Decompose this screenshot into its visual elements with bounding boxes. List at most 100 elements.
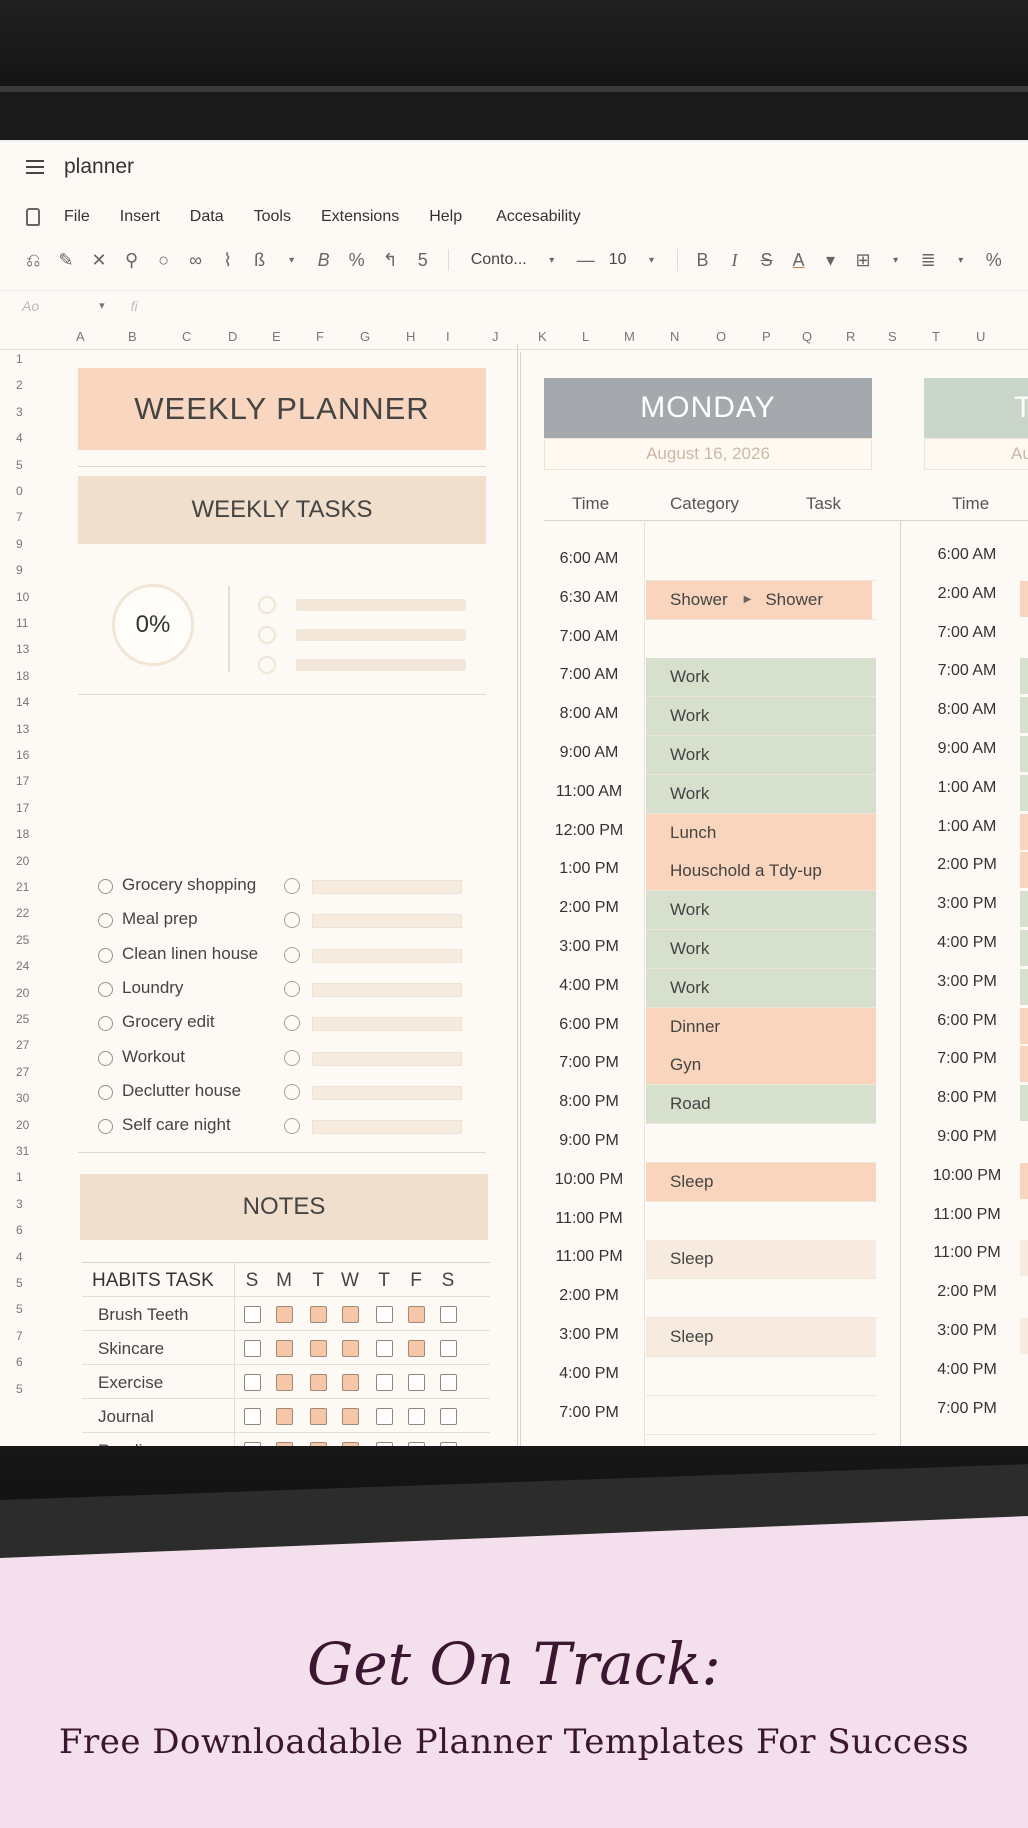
habit-checkbox[interactable] (408, 1340, 425, 1357)
column-header[interactable]: C (182, 329, 191, 344)
habit-checkbox[interactable] (244, 1340, 261, 1357)
menu-file[interactable]: File (64, 208, 90, 226)
task-item[interactable]: Clean linen house (98, 943, 478, 967)
habit-checkbox[interactable] (376, 1374, 393, 1391)
habit-checkbox[interactable] (276, 1306, 293, 1323)
column-header[interactable]: O (716, 329, 726, 344)
bold-b-icon[interactable]: ß (253, 250, 267, 271)
tuesday-task-cell[interactable] (1020, 968, 1028, 1005)
column-header[interactable]: Q (802, 329, 812, 344)
menu-data[interactable]: Data (190, 208, 224, 226)
task-cell[interactable]: Work (646, 930, 876, 968)
habit-checkbox[interactable] (276, 1374, 293, 1391)
task-radio[interactable] (98, 947, 113, 963)
task-cell[interactable]: Dinner (646, 1007, 876, 1046)
task-item[interactable]: Grocery edit (98, 1011, 478, 1035)
task-cell[interactable] (646, 1202, 876, 1240)
row-number[interactable]: 7 (16, 1329, 23, 1343)
habit-checkbox[interactable] (408, 1306, 425, 1323)
habit-checkbox[interactable] (440, 1374, 457, 1391)
task-cell[interactable] (646, 1124, 876, 1162)
task-cell[interactable]: Sleep (646, 1162, 876, 1201)
task-cell[interactable]: Sleep (646, 1318, 876, 1356)
tuesday-task-cell[interactable] (1020, 658, 1028, 695)
row-number[interactable]: 18 (16, 827, 29, 841)
column-header[interactable]: T (932, 329, 940, 344)
row-number[interactable]: 25 (16, 1012, 29, 1026)
habit-checkbox[interactable] (376, 1340, 393, 1357)
currency-button[interactable]: 5 (416, 250, 430, 271)
menu-insert[interactable]: Insert (120, 208, 160, 226)
row-number[interactable]: 5 (16, 458, 23, 472)
task-status-radio[interactable] (284, 1118, 300, 1135)
column-header[interactable]: U (976, 329, 985, 344)
row-number[interactable]: 1 (16, 1170, 23, 1184)
habit-checkbox[interactable] (440, 1408, 457, 1425)
row-number[interactable]: 22 (16, 906, 29, 920)
row-number[interactable]: 27 (16, 1065, 29, 1079)
column-header[interactable]: N (670, 329, 679, 344)
menu-help[interactable]: Help (429, 208, 462, 226)
habit-checkbox[interactable] (408, 1408, 425, 1425)
habit-checkbox[interactable] (440, 1306, 457, 1323)
row-number[interactable]: 20 (16, 854, 29, 868)
borders-icon[interactable]: ⊞ (856, 250, 871, 271)
task-item[interactable]: Grocery shopping (98, 874, 478, 898)
tuesday-task-cell[interactable] (1020, 1085, 1028, 1122)
row-number[interactable]: 9 (16, 537, 23, 551)
task-cell[interactable] (646, 620, 876, 658)
chevron-down-icon[interactable]: ▾ (99, 299, 105, 312)
bold-format-button[interactable]: B (696, 250, 710, 271)
search-icon[interactable]: ○ (157, 250, 171, 271)
row-number[interactable]: 11 (16, 616, 28, 630)
habit-checkbox[interactable] (376, 1408, 393, 1425)
task-status-radio[interactable] (284, 1083, 300, 1100)
row-number[interactable]: 10 (16, 590, 29, 604)
task-cell[interactable]: Shower ▶ Shower (646, 580, 872, 619)
task-cell[interactable]: Lunch (646, 813, 876, 852)
row-number[interactable]: 6 (16, 1223, 23, 1237)
highlight-icon[interactable]: ⚲ (125, 250, 139, 271)
column-header[interactable]: R (846, 329, 855, 344)
tuesday-task-cell[interactable] (1020, 580, 1028, 617)
column-header[interactable]: A (76, 329, 85, 344)
tuesday-task-cell[interactable] (1020, 813, 1028, 850)
task-item[interactable]: Loundry (98, 977, 478, 1001)
tuesday-task-cell[interactable] (1020, 1318, 1028, 1354)
text-color-button[interactable]: A (792, 250, 806, 271)
task-cell[interactable]: Houschold a Tdy-up (646, 852, 876, 891)
habit-checkbox[interactable] (310, 1306, 327, 1323)
habit-checkbox[interactable] (244, 1408, 261, 1425)
row-number[interactable]: 7 (16, 510, 23, 524)
row-number[interactable]: 3 (16, 1197, 23, 1211)
habit-checkbox[interactable] (310, 1340, 327, 1357)
paint-format-icon[interactable]: ✎ (58, 250, 73, 271)
habit-checkbox[interactable] (310, 1374, 327, 1391)
tuesday-task-cell[interactable] (1020, 1007, 1028, 1044)
task-radio[interactable] (98, 913, 113, 929)
chevron-down-icon[interactable]: ▾ (645, 255, 659, 266)
row-number[interactable]: 31 (16, 1144, 29, 1158)
habit-checkbox[interactable] (342, 1340, 359, 1357)
column-header[interactable]: F (316, 329, 324, 344)
column-header[interactable]: K (538, 329, 547, 344)
row-number[interactable]: 20 (16, 1118, 29, 1132)
task-radio[interactable] (98, 1016, 113, 1032)
zoom-icon[interactable]: ∞ (189, 250, 203, 271)
tuesday-task-cell[interactable] (1020, 1240, 1028, 1277)
column-header[interactable]: E (272, 329, 281, 344)
habit-checkbox[interactable] (276, 1340, 293, 1357)
task-note-field[interactable] (312, 948, 462, 963)
task-radio[interactable] (98, 879, 113, 894)
font-select[interactable]: Conto... (471, 251, 527, 269)
task-note-field[interactable] (312, 880, 462, 894)
habit-checkbox[interactable] (276, 1408, 293, 1425)
task-note-field[interactable] (312, 1017, 462, 1032)
task-radio[interactable] (98, 981, 113, 997)
task-cell[interactable]: Gyn (646, 1046, 876, 1085)
row-number[interactable]: 20 (16, 986, 29, 1000)
link-icon[interactable]: ⌇ (221, 250, 235, 271)
row-number[interactable]: 13 (16, 722, 29, 736)
menu-extensions[interactable]: Extensions (321, 208, 399, 226)
row-number[interactable]: 18 (16, 669, 29, 683)
